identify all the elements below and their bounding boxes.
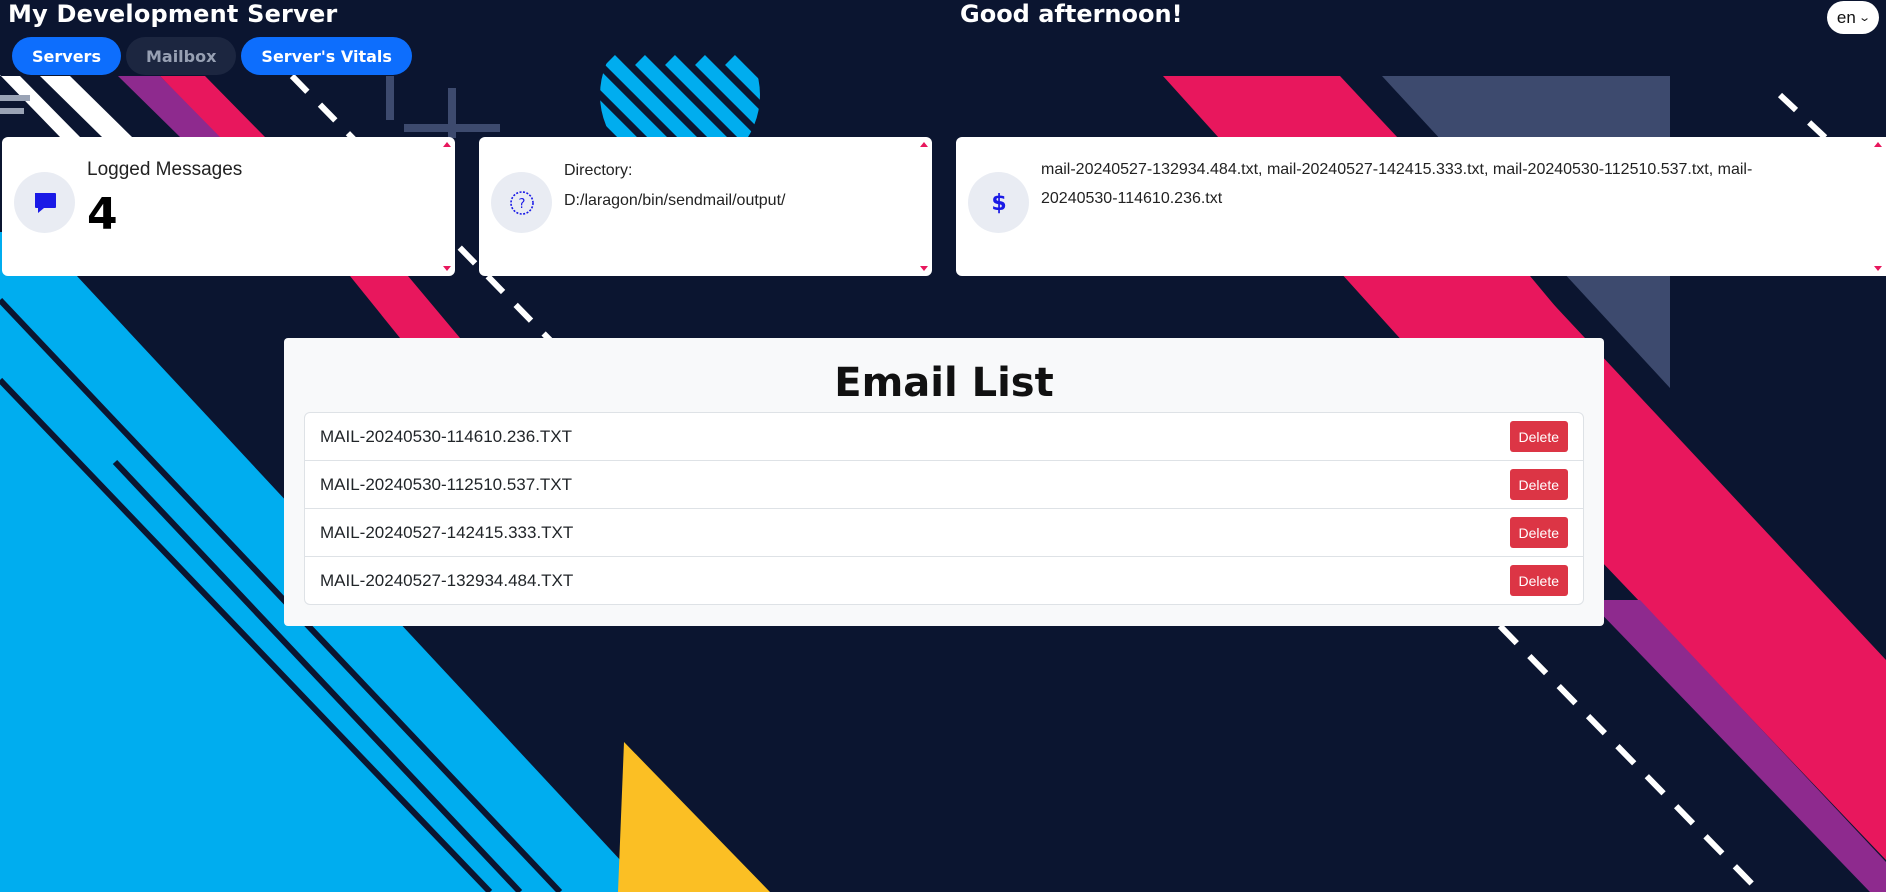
files-card: $ mail-20240527-132934.484.txt, mail-202… [956, 137, 1886, 276]
card-scrollbar[interactable] [443, 140, 451, 273]
tab-servers-vitals[interactable]: Server's Vitals [241, 37, 412, 75]
email-filename: MAIL-20240530-114610.236.TXT [320, 426, 573, 446]
svg-text:?: ? [518, 197, 525, 212]
bg-cross-shape [404, 124, 500, 132]
dollar-icon: $ [968, 172, 1029, 233]
email-list: MAIL-20240530-114610.236.TXT Delete MAIL… [304, 412, 1584, 605]
svg-text:$: $ [991, 191, 1006, 216]
language-selected-value: en [1836, 7, 1856, 27]
card-scrollbar[interactable] [920, 140, 928, 273]
bg-cross-shape [386, 76, 394, 120]
chevron-down-icon: ⌄ [1858, 12, 1871, 24]
logged-messages-label: Logged Messages [87, 159, 243, 180]
list-item[interactable]: MAIL-20240530-114610.236.TXT Delete [305, 413, 1583, 461]
files-list-text: mail-20240527-132934.484.txt, mail-20240… [1041, 161, 1753, 207]
chat-bubble-icon [14, 172, 75, 233]
bg-dashed-line [1777, 92, 1833, 145]
tab-mailbox[interactable]: Mailbox [125, 37, 237, 75]
delete-button[interactable]: Delete [1509, 565, 1568, 596]
delete-button[interactable]: Delete [1509, 421, 1568, 452]
email-list-panel: Email List MAIL-20240530-114610.236.TXT … [284, 338, 1604, 626]
directory-label: Directory: [564, 162, 633, 179]
logged-messages-count: 4 [87, 189, 118, 240]
delete-button[interactable]: Delete [1509, 517, 1568, 548]
email-filename: MAIL-20240527-132934.484.TXT [320, 570, 574, 590]
bg-yellow-triangle [618, 742, 770, 892]
list-item[interactable]: MAIL-20240530-112510.537.TXT Delete [305, 461, 1583, 509]
email-filename: MAIL-20240530-112510.537.TXT [320, 474, 573, 494]
language-select[interactable]: en ⌄ [1827, 1, 1879, 34]
bg-small-bar [0, 108, 24, 114]
greeting-text: Good afternoon! [960, 0, 1183, 28]
question-circle-icon: ? [491, 172, 552, 233]
list-item[interactable]: MAIL-20240527-142415.333.TXT Delete [305, 509, 1583, 557]
list-item[interactable]: MAIL-20240527-132934.484.TXT Delete [305, 557, 1583, 604]
email-filename: MAIL-20240527-142415.333.TXT [320, 522, 574, 542]
directory-path: D:/laragon/bin/sendmail/output/ [564, 192, 786, 209]
bg-small-bar [0, 95, 30, 101]
nav-tabs: Servers Mailbox Server's Vitals [12, 37, 412, 75]
delete-button[interactable]: Delete [1509, 469, 1568, 500]
logged-messages-card: Logged Messages 4 [2, 137, 455, 276]
bg-pink-stripe [350, 276, 460, 338]
card-scrollbar[interactable] [1874, 140, 1882, 273]
tab-servers[interactable]: Servers [12, 37, 121, 75]
directory-card: ? Directory: D:/laragon/bin/sendmail/out… [479, 137, 932, 276]
app-title: My Development Server [8, 0, 338, 28]
email-list-title: Email List [834, 360, 1054, 406]
